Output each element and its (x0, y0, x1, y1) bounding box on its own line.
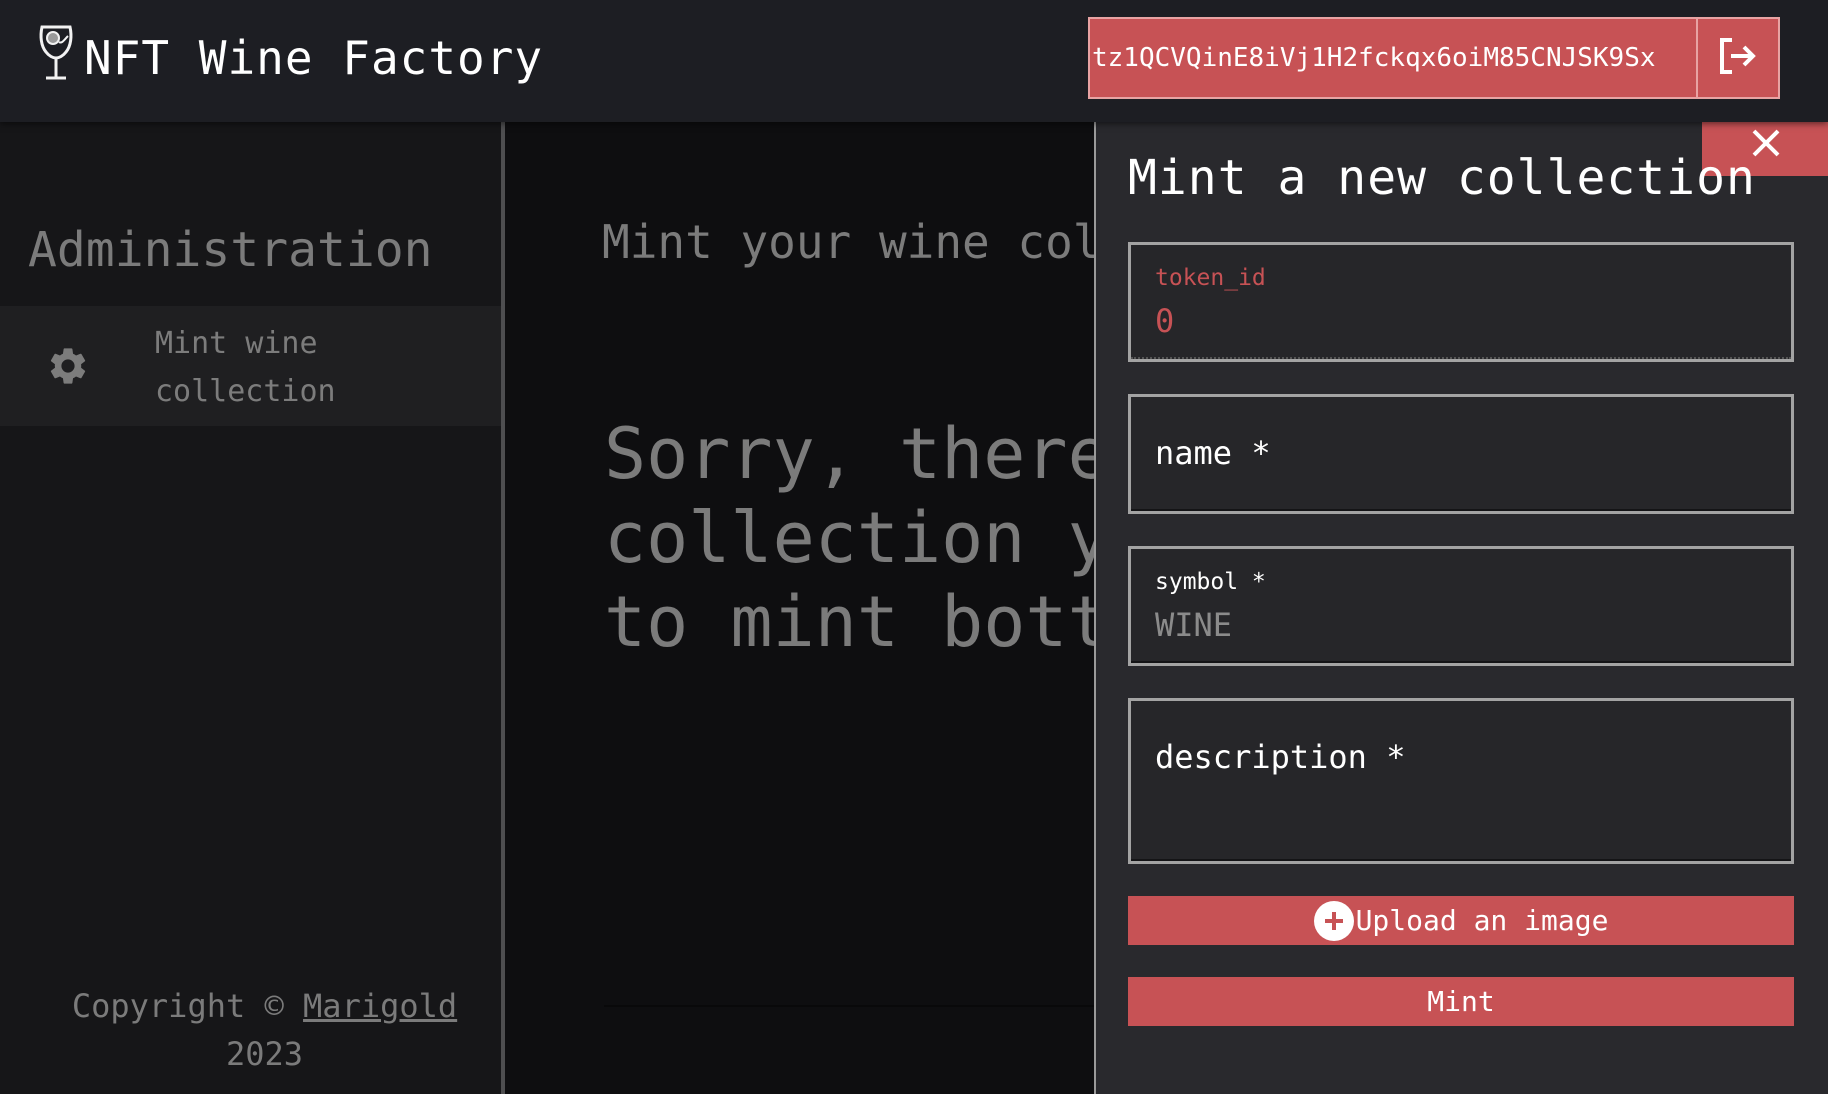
symbol-value: WINE (1155, 606, 1233, 644)
upload-image-button[interactable]: Upload an image (1128, 896, 1794, 945)
description-placeholder: description * (1155, 738, 1406, 776)
add-circle-icon (1313, 900, 1354, 941)
sidebar-item-label: Mint wine collection (155, 326, 336, 409)
sidebar-item-mint-wine-collection[interactable]: Mint wine collection (0, 306, 501, 426)
account-address-button[interactable]: tz1QCVQinE8iVj1H2fckqx6oiM85CNJSK9Sx (1090, 19, 1698, 97)
divider (604, 1005, 1094, 1007)
logout-icon (1718, 37, 1758, 79)
account-widget: tz1QCVQinE8iVj1H2fckqx6oiM85CNJSK9Sx (1088, 17, 1780, 99)
empty-state-message: Sorry, there is no collection yet, you n… (604, 413, 1094, 663)
app-title: NFT Wine Factory (84, 31, 544, 85)
mint-button[interactable]: Mint (1128, 977, 1794, 1026)
copyright-text: Copyright © (71, 987, 284, 1025)
symbol-label: symbol * (1155, 569, 1266, 595)
mint-collection-drawer: Mint a new collection token_id 0 name * … (1094, 122, 1828, 1094)
token-id-label: token_id (1155, 265, 1266, 291)
token-id-value: 0 (1155, 302, 1175, 340)
name-field[interactable]: name * (1128, 394, 1794, 514)
field-underline (1131, 701, 1791, 861)
app-header: NFT Wine Factory tz1QCVQinE8iVj1H2fckqx6… (0, 0, 1828, 122)
name-placeholder: name * (1155, 434, 1271, 472)
main-content: Mint your wine collection Sorry, there i… (509, 122, 1094, 1094)
copyright-year: 2023 (225, 1035, 304, 1073)
symbol-field[interactable]: symbol * WINE (1128, 546, 1794, 666)
logout-button[interactable] (1698, 19, 1778, 97)
sidebar: Administration Mint wine collection Copy… (0, 122, 505, 1094)
sidebar-section-title: Administration (28, 222, 433, 278)
wine-glass-icon (36, 24, 76, 82)
drawer-title: Mint a new collection (1128, 150, 1756, 206)
copyright-footer: Copyright © Marigold 2023 (0, 982, 501, 1078)
gear-icon (46, 344, 90, 388)
upload-image-label: Upload an image (1355, 904, 1609, 937)
description-field[interactable]: description * (1128, 698, 1794, 864)
page-subtitle: Mint your wine collection (602, 215, 1094, 269)
marigold-link[interactable]: Marigold (303, 987, 457, 1025)
token-id-field[interactable]: token_id 0 (1128, 242, 1794, 362)
